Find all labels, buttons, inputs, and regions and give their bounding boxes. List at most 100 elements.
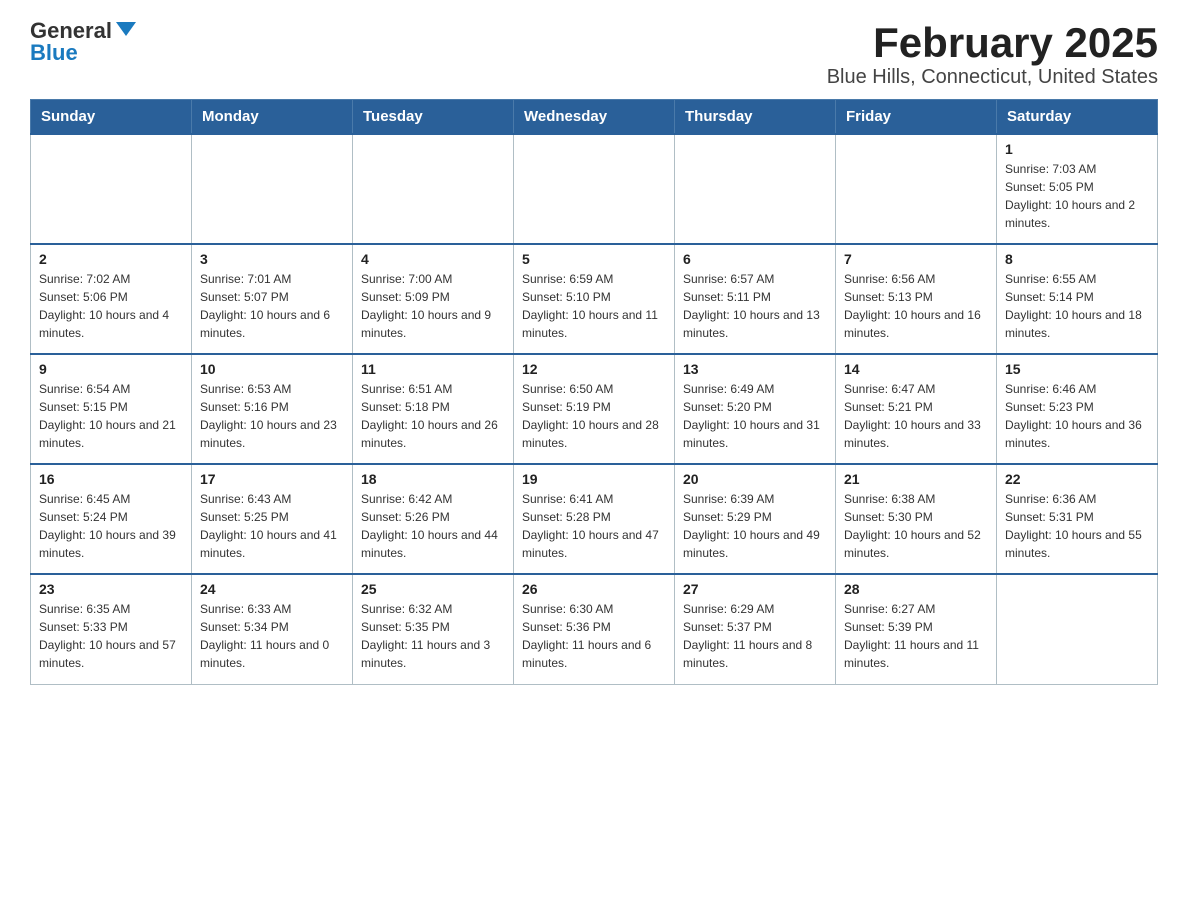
col-wednesday: Wednesday bbox=[514, 100, 675, 135]
col-tuesday: Tuesday bbox=[353, 100, 514, 135]
day-number: 13 bbox=[683, 361, 827, 377]
day-info-text: Daylight: 10 hours and 41 minutes. bbox=[200, 526, 344, 562]
title-block: February 2025 Blue Hills, Connecticut, U… bbox=[827, 20, 1158, 89]
day-info-text: Daylight: 11 hours and 11 minutes. bbox=[844, 636, 988, 672]
day-info-text: Sunset: 5:25 PM bbox=[200, 508, 344, 526]
calendar-cell: 4Sunrise: 7:00 AMSunset: 5:09 PMDaylight… bbox=[353, 244, 514, 354]
day-info-text: Sunset: 5:15 PM bbox=[39, 398, 183, 416]
day-number: 1 bbox=[1005, 141, 1149, 157]
day-info-text: Sunrise: 6:45 AM bbox=[39, 490, 183, 508]
day-info-text: Sunrise: 7:01 AM bbox=[200, 270, 344, 288]
day-info-text: Sunset: 5:33 PM bbox=[39, 618, 183, 636]
day-info-text: Sunset: 5:36 PM bbox=[522, 618, 666, 636]
calendar-cell: 12Sunrise: 6:50 AMSunset: 5:19 PMDayligh… bbox=[514, 354, 675, 464]
day-info-text: Daylight: 10 hours and 39 minutes. bbox=[39, 526, 183, 562]
day-info-text: Sunrise: 6:54 AM bbox=[39, 380, 183, 398]
day-info-text: Sunrise: 6:41 AM bbox=[522, 490, 666, 508]
day-info-text: Daylight: 10 hours and 4 minutes. bbox=[39, 306, 183, 342]
day-number: 8 bbox=[1005, 251, 1149, 267]
day-info-text: Sunset: 5:30 PM bbox=[844, 508, 988, 526]
day-info-text: Daylight: 10 hours and 23 minutes. bbox=[200, 416, 344, 452]
day-number: 14 bbox=[844, 361, 988, 377]
calendar-cell: 28 Sunrise: 6:27 AMSunset: 5:39 PMDayligh… bbox=[836, 574, 997, 684]
day-number: 19 bbox=[522, 471, 666, 487]
calendar-cell: 21Sunrise: 6:38 AMSunset: 5:30 PMDayligh… bbox=[836, 464, 997, 574]
calendar-cell: 8Sunrise: 6:55 AMSunset: 5:14 PMDaylight… bbox=[997, 244, 1158, 354]
day-info-text: Daylight: 10 hours and 52 minutes. bbox=[844, 526, 988, 562]
day-info-text: Daylight: 10 hours and 33 minutes. bbox=[844, 416, 988, 452]
day-number: 6 bbox=[683, 251, 827, 267]
calendar-cell: 13Sunrise: 6:49 AMSunset: 5:20 PMDayligh… bbox=[675, 354, 836, 464]
calendar-cell: 16Sunrise: 6:45 AMSunset: 5:24 PMDayligh… bbox=[31, 464, 192, 574]
day-info-text: Daylight: 11 hours and 0 minutes. bbox=[200, 636, 344, 672]
calendar-cell: 20Sunrise: 6:39 AMSunset: 5:29 PMDayligh… bbox=[675, 464, 836, 574]
day-number: 11 bbox=[361, 361, 505, 377]
day-info-text: Sunrise: 7:02 AM bbox=[39, 270, 183, 288]
day-info-text: Sunset: 5:29 PM bbox=[683, 508, 827, 526]
day-info-text: Sunrise: 6:30 AM bbox=[522, 600, 666, 618]
day-info-text: Sunset: 5:39 PM bbox=[844, 618, 988, 636]
day-number: 4 bbox=[361, 251, 505, 267]
logo: General Blue bbox=[30, 20, 136, 64]
day-info-text: Sunset: 5:21 PM bbox=[844, 398, 988, 416]
calendar-header-row: Sunday Monday Tuesday Wednesday Thursday… bbox=[31, 100, 1158, 135]
day-info-text: Sunrise: 6:50 AM bbox=[522, 380, 666, 398]
day-info-text: Daylight: 10 hours and 47 minutes. bbox=[522, 526, 666, 562]
day-info-text: Daylight: 10 hours and 2 minutes. bbox=[1005, 196, 1149, 232]
day-number: 20 bbox=[683, 471, 827, 487]
day-info-text: Daylight: 10 hours and 31 minutes. bbox=[683, 416, 827, 452]
logo-arrow-icon bbox=[116, 22, 136, 36]
day-info-text: Sunset: 5:14 PM bbox=[1005, 288, 1149, 306]
day-number: 5 bbox=[522, 251, 666, 267]
day-info-text: Sunset: 5:10 PM bbox=[522, 288, 666, 306]
calendar-cell bbox=[192, 134, 353, 244]
day-info-text: Sunrise: 6:36 AM bbox=[1005, 490, 1149, 508]
day-info-text: Sunrise: 6:33 AM bbox=[200, 600, 344, 618]
day-number: 21 bbox=[844, 471, 988, 487]
col-saturday: Saturday bbox=[997, 100, 1158, 135]
day-info-text: Sunrise: 6:32 AM bbox=[361, 600, 505, 618]
day-info-text: Sunset: 5:26 PM bbox=[361, 508, 505, 526]
day-info-text: Sunrise: 6:47 AM bbox=[844, 380, 988, 398]
day-number: 27 bbox=[683, 581, 827, 597]
day-number: 28 bbox=[844, 581, 988, 597]
calendar-cell: 2Sunrise: 7:02 AMSunset: 5:06 PMDaylight… bbox=[31, 244, 192, 354]
day-info-text: Sunset: 5:31 PM bbox=[1005, 508, 1149, 526]
calendar-week-row-3: 9 Sunrise: 6:54 AMSunset: 5:15 PM Daylight… bbox=[31, 354, 1158, 464]
logo-blue-text: Blue bbox=[30, 42, 78, 64]
day-info-text: Daylight: 11 hours and 3 minutes. bbox=[361, 636, 505, 672]
calendar-cell bbox=[997, 574, 1158, 684]
day-info-text: Daylight: 10 hours and 44 minutes. bbox=[361, 526, 505, 562]
logo-general-text: General bbox=[30, 20, 112, 42]
calendar-cell: 19Sunrise: 6:41 AMSunset: 5:28 PMDayligh… bbox=[514, 464, 675, 574]
day-number: 3 bbox=[200, 251, 344, 267]
calendar-cell bbox=[836, 134, 997, 244]
page-title: February 2025 bbox=[827, 20, 1158, 66]
day-number: 15 bbox=[1005, 361, 1149, 377]
day-info-text: Sunrise: 6:27 AM bbox=[844, 600, 988, 618]
calendar-cell: 24Sunrise: 6:33 AMSunset: 5:34 PMDayligh… bbox=[192, 574, 353, 684]
col-friday: Friday bbox=[836, 100, 997, 135]
day-info-text: Sunrise: 6:42 AM bbox=[361, 490, 505, 508]
calendar-cell: 15Sunrise: 6:46 AMSunset: 5:23 PMDayligh… bbox=[997, 354, 1158, 464]
day-number: 12 bbox=[522, 361, 666, 377]
calendar-cell: 17Sunrise: 6:43 AMSunset: 5:25 PMDayligh… bbox=[192, 464, 353, 574]
day-info-text: Sunset: 5:09 PM bbox=[361, 288, 505, 306]
day-info-text: Sunset: 5:24 PM bbox=[39, 508, 183, 526]
day-number: 18 bbox=[361, 471, 505, 487]
day-info-text: Sunset: 5:37 PM bbox=[683, 618, 827, 636]
day-info-text: Sunrise: 6:35 AM bbox=[39, 600, 183, 618]
calendar-cell bbox=[353, 134, 514, 244]
col-monday: Monday bbox=[192, 100, 353, 135]
calendar-week-row-1: 1 Sunrise: 7:03 AMSunset: 5:05 PMDaylight… bbox=[31, 134, 1158, 244]
day-info-text: Sunset: 5:11 PM bbox=[683, 288, 827, 306]
day-info-text: Sunrise: 7:03 AM bbox=[1005, 160, 1149, 178]
day-info-text: Sunset: 5:05 PM bbox=[1005, 178, 1149, 196]
day-info-text: Sunset: 5:34 PM bbox=[200, 618, 344, 636]
calendar-cell: 18 Sunrise: 6:42 AMSunset: 5:26 PMDayligh… bbox=[353, 464, 514, 574]
day-info-text: Daylight: 10 hours and 57 minutes. bbox=[39, 636, 183, 672]
day-number: 9 bbox=[39, 361, 183, 377]
day-info-text: Daylight: 11 hours and 8 minutes. bbox=[683, 636, 827, 672]
day-number: 10 bbox=[200, 361, 344, 377]
day-info-text: Sunset: 5:23 PM bbox=[1005, 398, 1149, 416]
